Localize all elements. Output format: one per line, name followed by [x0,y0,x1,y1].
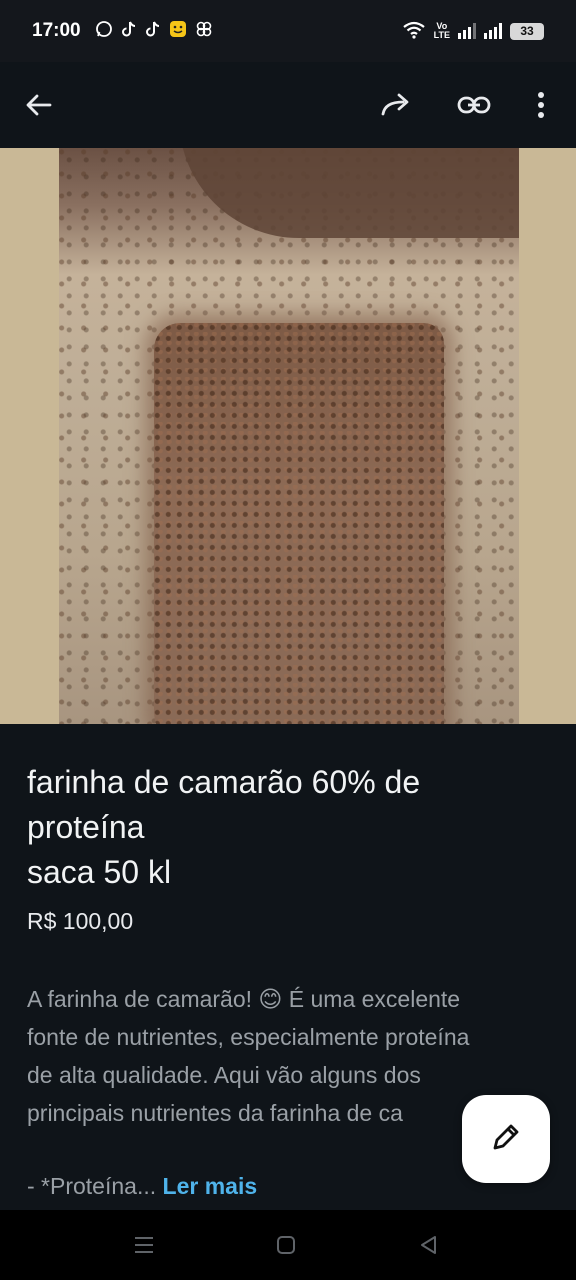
battery-icon: 33 [510,22,544,40]
recents-icon[interactable] [129,1230,159,1260]
status-bar: 17:00 Vo LTE 33 [0,0,576,62]
read-more-link[interactable]: Ler mais [163,1173,258,1199]
listing-price: R$ 100,00 [27,908,134,934]
pinwheel-icon [195,20,213,42]
edit-button[interactable] [462,1095,550,1183]
photo-dark-area [179,148,519,238]
product-image[interactable] [0,148,576,724]
back-icon[interactable] [413,1230,443,1260]
notification-icons [95,20,213,42]
volte-bottom: LTE [433,30,450,40]
description-truncated-text: - *Proteína... [27,1173,163,1199]
home-icon[interactable] [271,1230,301,1260]
volte-indicator: Vo LTE [434,22,450,40]
signal-icon [484,23,502,39]
edit-pencil-icon [489,1120,523,1159]
more-vert-icon[interactable] [519,83,563,127]
signal-icon [458,23,476,39]
tiktok-icon [121,20,137,42]
top-app-bar [0,62,576,148]
wifi-icon [402,21,426,42]
back-arrow-icon[interactable] [17,83,61,127]
emoji-app-icon [169,20,187,42]
link-icon[interactable] [452,83,496,127]
system-indicators: Vo LTE 33 [402,21,544,42]
tiktok-icon [145,20,161,42]
system-nav-bar [0,1210,576,1280]
status-time: 17:00 [32,20,81,41]
description-continuation: - *Proteína... Ler mais [27,1173,257,1200]
product-photo [59,148,519,724]
share-icon[interactable] [374,83,418,127]
whatsapp-icon [95,20,113,42]
photo-shrimp-flour-sample [154,323,444,724]
listing-title: farinha de camarão 60% de proteína saca … [27,764,421,890]
